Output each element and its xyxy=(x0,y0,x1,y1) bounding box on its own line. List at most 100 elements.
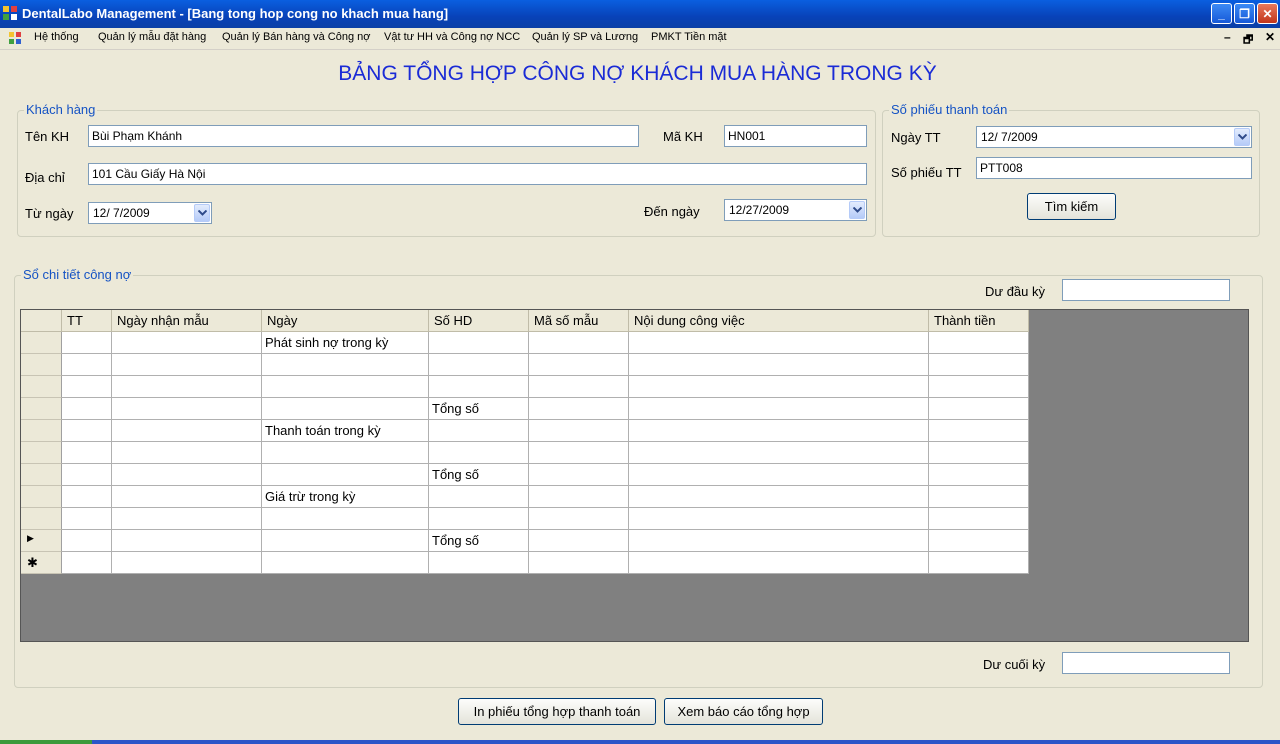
row-header[interactable]: ▶ xyxy=(21,530,62,552)
table-cell[interactable] xyxy=(429,332,529,354)
table-cell[interactable] xyxy=(529,398,629,420)
table-cell[interactable] xyxy=(529,464,629,486)
table-cell[interactable]: Phát sinh nợ trong kỳ xyxy=(262,332,429,354)
from-date-dropdown-button[interactable] xyxy=(194,204,210,222)
table-cell[interactable] xyxy=(929,376,1029,398)
table-cell[interactable] xyxy=(629,464,929,486)
table-cell[interactable] xyxy=(62,354,112,376)
row-header[interactable] xyxy=(21,464,62,486)
menu-quan-ly-ban-hang[interactable]: Quản lý Bán hàng và Công nợ xyxy=(222,31,370,43)
print-summary-button[interactable]: In phiếu tổng hợp thanh toán xyxy=(458,698,656,725)
table-cell[interactable] xyxy=(62,376,112,398)
row-header[interactable] xyxy=(21,442,62,464)
table-cell[interactable] xyxy=(629,508,929,530)
row-header[interactable] xyxy=(21,332,62,354)
table-cell[interactable] xyxy=(929,332,1029,354)
menu-quan-ly-sp-luong[interactable]: Quản lý SP và Lương xyxy=(532,31,638,43)
mdi-restore-button[interactable]: 🗗 xyxy=(1243,31,1253,50)
table-cell[interactable]: Tổng số xyxy=(429,530,529,552)
table-cell[interactable] xyxy=(62,552,112,574)
table-cell[interactable] xyxy=(429,420,529,442)
table-cell[interactable] xyxy=(112,332,262,354)
table-cell[interactable] xyxy=(112,464,262,486)
from-date-picker[interactable]: 12/ 7/2009 xyxy=(88,202,212,224)
table-cell[interactable] xyxy=(929,530,1029,552)
address-input[interactable] xyxy=(88,163,867,185)
table-cell[interactable]: Giá trừ trong kỳ xyxy=(262,486,429,508)
table-cell[interactable] xyxy=(262,464,429,486)
table-cell[interactable] xyxy=(262,552,429,574)
table-cell[interactable] xyxy=(929,420,1029,442)
customer-code-input[interactable] xyxy=(724,125,867,147)
table-cell[interactable] xyxy=(629,398,929,420)
column-header-ma-so-mau[interactable]: Mã số mẫu xyxy=(529,310,629,332)
table-cell[interactable] xyxy=(429,486,529,508)
table-cell[interactable] xyxy=(529,530,629,552)
column-header-noi-dung[interactable]: Nội dung công việc xyxy=(629,310,929,332)
menu-quan-ly-mau-dat-hang[interactable]: Quản lý mẫu đặt hàng xyxy=(98,31,206,43)
table-cell[interactable] xyxy=(112,354,262,376)
table-cell[interactable] xyxy=(262,376,429,398)
row-header[interactable] xyxy=(21,354,62,376)
table-cell[interactable]: Tổng số xyxy=(429,464,529,486)
mdi-close-button[interactable]: ✕ xyxy=(1265,30,1275,44)
table-cell[interactable] xyxy=(112,442,262,464)
table-cell[interactable]: Thanh toán trong kỳ xyxy=(262,420,429,442)
table-cell[interactable] xyxy=(62,486,112,508)
close-button[interactable]: ✕ xyxy=(1257,3,1278,24)
search-button[interactable]: Tìm kiếm xyxy=(1027,193,1116,220)
table-cell[interactable] xyxy=(929,486,1029,508)
grid-corner-header[interactable] xyxy=(21,310,62,332)
payment-number-input[interactable] xyxy=(976,157,1252,179)
column-header-so-hd[interactable]: Số HD xyxy=(429,310,529,332)
table-cell[interactable] xyxy=(62,332,112,354)
table-cell[interactable] xyxy=(929,552,1029,574)
to-date-picker[interactable]: 12/27/2009 xyxy=(724,199,867,221)
table-cell[interactable] xyxy=(629,376,929,398)
table-cell[interactable]: Tổng số xyxy=(429,398,529,420)
table-cell[interactable] xyxy=(429,354,529,376)
opening-balance-input[interactable] xyxy=(1062,279,1230,301)
menu-he-thong[interactable]: Hệ thống xyxy=(34,31,79,43)
table-cell[interactable] xyxy=(112,486,262,508)
table-cell[interactable] xyxy=(112,376,262,398)
mdi-child-icon[interactable] xyxy=(9,32,21,44)
menu-pmkt-tien-mat[interactable]: PMKT Tiền mặt xyxy=(651,31,727,43)
table-cell[interactable] xyxy=(529,508,629,530)
mdi-minimize-button[interactable]: – xyxy=(1224,30,1231,44)
restore-button[interactable]: ❐ xyxy=(1234,3,1255,24)
closing-balance-input[interactable] xyxy=(1062,652,1230,674)
row-header[interactable] xyxy=(21,376,62,398)
payment-date-picker[interactable]: 12/ 7/2009 xyxy=(976,126,1252,148)
minimize-button[interactable]: _ xyxy=(1211,3,1232,24)
table-cell[interactable] xyxy=(929,354,1029,376)
table-cell[interactable] xyxy=(429,552,529,574)
table-cell[interactable] xyxy=(529,354,629,376)
row-header[interactable] xyxy=(21,420,62,442)
table-cell[interactable] xyxy=(262,398,429,420)
column-header-thanh-tien[interactable]: Thành tiền xyxy=(929,310,1029,332)
row-header[interactable] xyxy=(21,508,62,530)
row-header[interactable] xyxy=(21,398,62,420)
table-cell[interactable] xyxy=(262,508,429,530)
table-cell[interactable] xyxy=(429,376,529,398)
view-report-button[interactable]: Xem báo cáo tổng hợp xyxy=(664,698,823,725)
table-cell[interactable] xyxy=(529,442,629,464)
start-button[interactable] xyxy=(0,740,92,744)
table-cell[interactable] xyxy=(629,420,929,442)
table-cell[interactable] xyxy=(62,420,112,442)
table-cell[interactable] xyxy=(629,486,929,508)
table-cell[interactable] xyxy=(629,552,929,574)
table-cell[interactable] xyxy=(62,398,112,420)
table-cell[interactable] xyxy=(429,442,529,464)
to-date-dropdown-button[interactable] xyxy=(849,201,865,219)
table-cell[interactable] xyxy=(112,508,262,530)
table-cell[interactable] xyxy=(929,464,1029,486)
table-cell[interactable] xyxy=(429,508,529,530)
payment-date-dropdown-button[interactable] xyxy=(1234,128,1250,146)
column-header-ngay-nhan-mau[interactable]: Ngày nhận mẫu xyxy=(112,310,262,332)
table-cell[interactable] xyxy=(112,398,262,420)
table-cell[interactable] xyxy=(529,552,629,574)
customer-name-input[interactable] xyxy=(88,125,639,147)
table-cell[interactable] xyxy=(529,376,629,398)
